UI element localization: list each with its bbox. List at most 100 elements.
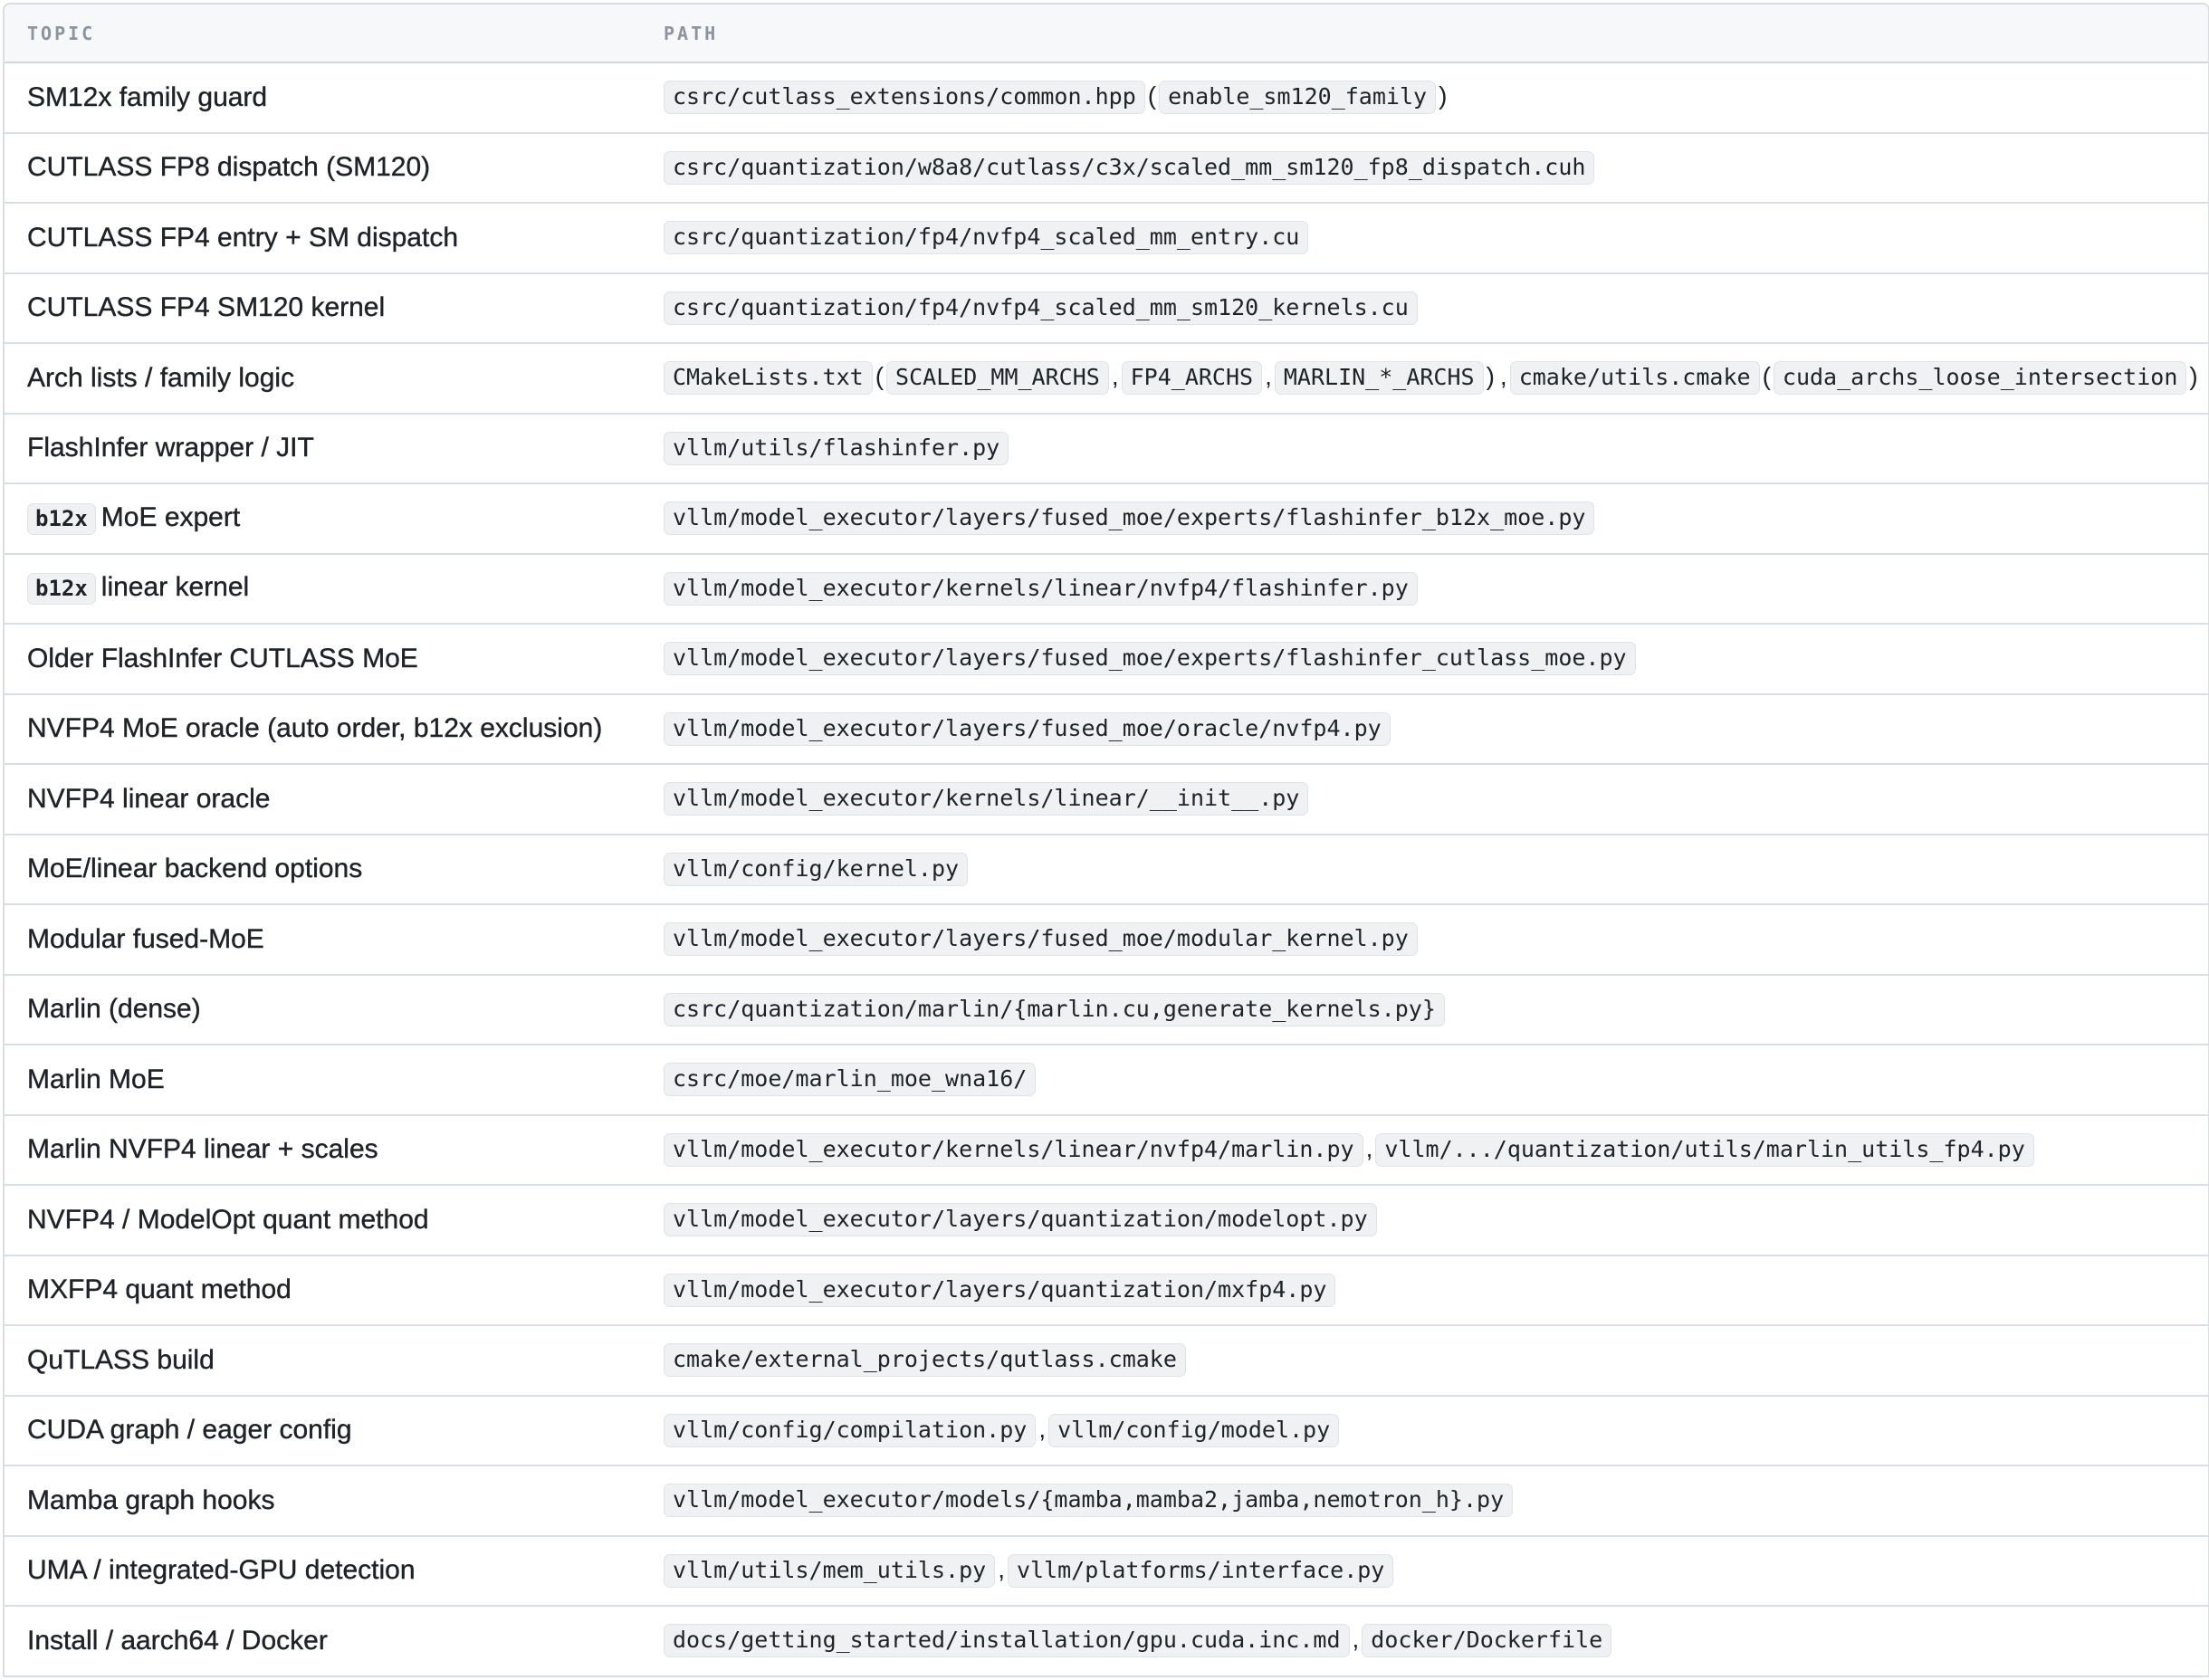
topic-cell: CUTLASS FP4 entry + SM dispatch — [5, 203, 641, 274]
topic-label: NVFP4 / ModelOpt quant method — [27, 1204, 429, 1235]
path-cell: vllm/model_executor/models/{mamba,mamba2… — [641, 1465, 2208, 1537]
topic-label: UMA / integrated-GPU detection — [27, 1555, 416, 1586]
table-row[interactable]: SM12x family guard csrc/cutlass_extension… — [5, 62, 2208, 134]
table-row[interactable]: NVFP4 linear oracle vllm/model_executor/k… — [5, 764, 2208, 835]
table-row[interactable]: Marlin MoE csrc/moe/marlin_moe_wna16/ — [5, 1045, 2208, 1116]
path-code[interactable]: vllm/utils/flashinfer.py — [664, 431, 1009, 465]
topic-label: linear kernel — [100, 572, 250, 603]
path-code[interactable]: vllm/model_executor/kernels/linear/nvfp4… — [664, 1132, 1363, 1167]
path-cell: vllm/utils/mem_utils.py, vllm/platforms/i… — [641, 1535, 2208, 1607]
topic-label: Marlin (dense) — [27, 994, 201, 1025]
path-code[interactable]: vllm/config/model.py — [1048, 1413, 1340, 1447]
table-row[interactable]: Older FlashInfer CUTLASS MoE vllm/model_e… — [5, 624, 2208, 695]
topic-label: CUTLASS FP8 dispatch (SM120) — [27, 152, 431, 183]
path-code[interactable]: vllm/.../quantization/utils/marlin_utils… — [1375, 1132, 2034, 1167]
path-code[interactable]: csrc/quantization/fp4/nvfp4_scaled_mm_en… — [664, 221, 1309, 255]
symbol-code[interactable]: MARLIN_*_ARCHS — [1274, 361, 1484, 396]
topic-label: NVFP4 MoE oracle (auto order, b12x exclu… — [27, 713, 603, 744]
topic-label: QuTLASS build — [27, 1344, 215, 1375]
topic-cell: NVFP4 / ModelOpt quant method — [5, 1185, 641, 1256]
column-header-path[interactable]: PATH — [641, 5, 2208, 63]
table-row[interactable]: Marlin (dense) csrc/quantization/marlin/{… — [5, 974, 2208, 1045]
path-code[interactable]: docker/Dockerfile — [1362, 1624, 1612, 1658]
path-cell: vllm/config/compilation.py, vllm/config/m… — [641, 1395, 2208, 1466]
path-code[interactable]: cmake/utils.cmake — [1509, 361, 1760, 396]
table-row[interactable]: Install / aarch64 / Docker docs/getting_s… — [5, 1606, 2208, 1677]
path-code[interactable]: vllm/utils/mem_utils.py — [664, 1553, 996, 1588]
table-row[interactable]: MXFP4 quant method vllm/model_executor/la… — [5, 1255, 2208, 1326]
topic-cell: CUDA graph / eager config — [5, 1395, 641, 1466]
table-row[interactable]: FlashInfer wrapper / JIT vllm/utils/flash… — [5, 413, 2208, 484]
table-row[interactable]: MoE/linear backend options vllm/config/ke… — [5, 834, 2208, 905]
path-code[interactable]: vllm/model_executor/layers/fused_moe/exp… — [664, 642, 1636, 676]
path-code[interactable]: csrc/cutlass_extensions/common.hpp — [664, 81, 1145, 115]
path-code[interactable]: vllm/model_executor/layers/fused_moe/mod… — [664, 922, 1418, 957]
topic-path-table: TOPIC PATH SM12x family guard csrc/cutlas… — [5, 5, 2208, 1677]
table-row[interactable]: UMA / integrated-GPU detection vllm/utils… — [5, 1535, 2208, 1607]
separator: , — [1038, 1414, 1047, 1443]
topic-cell: FlashInfer wrapper / JIT — [5, 413, 641, 484]
topic-label: MXFP4 quant method — [27, 1274, 292, 1305]
symbol-code[interactable]: cuda_archs_loose_intersection — [1773, 361, 2187, 396]
path-code[interactable]: vllm/platforms/interface.py — [1007, 1553, 1394, 1588]
table-row[interactable]: Mamba graph hooks vllm/model_executor/mod… — [5, 1465, 2208, 1537]
topic-cell: Arch lists / family logic — [5, 343, 641, 415]
path-code[interactable]: csrc/quantization/fp4/nvfp4_scaled_mm_sm… — [664, 291, 1418, 325]
topic-cell: Mamba graph hooks — [5, 1465, 641, 1537]
table-row[interactable]: Marlin NVFP4 linear + scales vllm/model_e… — [5, 1114, 2208, 1186]
topic-label: Modular fused-MoE — [27, 923, 264, 954]
table-body: SM12x family guard csrc/cutlass_extension… — [5, 62, 2208, 1677]
path-code[interactable]: vllm/model_executor/kernels/linear/__ini… — [664, 782, 1309, 816]
header-row: TOPIC PATH — [5, 5, 2208, 63]
path-code[interactable]: cmake/external_projects/qutlass.cmake — [664, 1343, 1186, 1378]
table-row[interactable]: NVFP4 MoE oracle (auto order, b12x exclu… — [5, 693, 2208, 765]
path-cell: csrc/quantization/fp4/nvfp4_scaled_mm_sm… — [641, 272, 2208, 344]
topic-code[interactable]: b12x — [27, 502, 96, 535]
separator: , — [998, 1554, 1005, 1583]
path-cell: vllm/model_executor/kernels/linear/nvfp4… — [641, 1114, 2208, 1186]
topic-code[interactable]: b12x — [27, 573, 96, 606]
topic-label: CUTLASS FP4 SM120 kernel — [27, 292, 386, 323]
topic-cell: Marlin NVFP4 linear + scales — [5, 1114, 641, 1186]
table-row[interactable]: CUTLASS FP4 entry + SM dispatch csrc/quan… — [5, 203, 2208, 274]
path-code[interactable]: vllm/model_executor/kernels/linear/nvfp4… — [664, 571, 1418, 606]
path-cell: docs/getting_started/installation/gpu.cu… — [641, 1606, 2208, 1677]
path-code[interactable]: csrc/moe/marlin_moe_wna16/ — [664, 1063, 1037, 1097]
path-code[interactable]: vllm/model_executor/layers/quantization/… — [664, 1203, 1377, 1237]
topic-cell: SM12x family guard — [5, 62, 641, 134]
table-row[interactable]: b12x MoE expert vllm/model_executor/layers… — [5, 483, 2208, 555]
table-row[interactable]: CUTLASS FP4 SM120 kernel csrc/quantizatio… — [5, 272, 2208, 344]
topic-cell: UMA / integrated-GPU detection — [5, 1535, 641, 1607]
path-cell: vllm/model_executor/layers/quantization/… — [641, 1185, 2208, 1256]
path-code[interactable]: vllm/model_executor/models/{mamba,mamba2… — [664, 1484, 1514, 1518]
path-code[interactable]: csrc/quantization/w8a8/cutlass/c3x/scale… — [664, 150, 1595, 185]
path-code[interactable]: vllm/config/kernel.py — [664, 852, 969, 886]
symbol-code[interactable]: enable_sm120_family — [1159, 81, 1437, 115]
path-code[interactable]: vllm/model_executor/layers/quantization/… — [664, 1273, 1336, 1307]
table-row[interactable]: Arch lists / family logic CMakeLists.txt(… — [5, 343, 2208, 415]
path-cell: cmake/external_projects/qutlass.cmake — [641, 1325, 2208, 1397]
path-code[interactable]: vllm/config/compilation.py — [664, 1413, 1037, 1447]
table-row[interactable]: Modular fused-MoE vllm/model_executor/lay… — [5, 904, 2208, 976]
topic-cell: Marlin MoE — [5, 1045, 641, 1116]
column-header-topic[interactable]: TOPIC — [5, 5, 641, 63]
path-code[interactable]: CMakeLists.txt — [664, 361, 873, 396]
table-row[interactable]: b12x linear kernel vllm/model_executor/ker… — [5, 553, 2208, 625]
topic-label: CUDA graph / eager config — [27, 1415, 352, 1446]
table-row[interactable]: CUDA graph / eager config vllm/config/com… — [5, 1395, 2208, 1466]
topic-cell: Install / aarch64 / Docker — [5, 1606, 641, 1677]
separator: ( — [1147, 81, 1157, 110]
path-code[interactable]: docs/getting_started/installation/gpu.cu… — [664, 1624, 1350, 1658]
path-code[interactable]: vllm/model_executor/layers/fused_moe/ora… — [664, 711, 1391, 746]
table-row[interactable]: QuTLASS build cmake/external_projects/qut… — [5, 1325, 2208, 1397]
path-code[interactable]: csrc/quantization/marlin/{marlin.cu,gene… — [664, 992, 1445, 1026]
path-cell: vllm/model_executor/layers/fused_moe/exp… — [641, 624, 2208, 695]
path-cell: vllm/model_executor/layers/fused_moe/mod… — [641, 904, 2208, 976]
table-row[interactable]: NVFP4 / ModelOpt quant method vllm/model_… — [5, 1185, 2208, 1256]
table-row[interactable]: CUTLASS FP8 dispatch (SM120) csrc/quantiz… — [5, 132, 2208, 204]
topic-label: Older FlashInfer CUTLASS MoE — [27, 643, 418, 673]
symbol-code[interactable]: SCALED_MM_ARCHS — [886, 361, 1109, 396]
separator: , — [1265, 362, 1272, 391]
symbol-code[interactable]: FP4_ARCHS — [1121, 361, 1263, 396]
path-code[interactable]: vllm/model_executor/layers/fused_moe/exp… — [664, 501, 1595, 536]
